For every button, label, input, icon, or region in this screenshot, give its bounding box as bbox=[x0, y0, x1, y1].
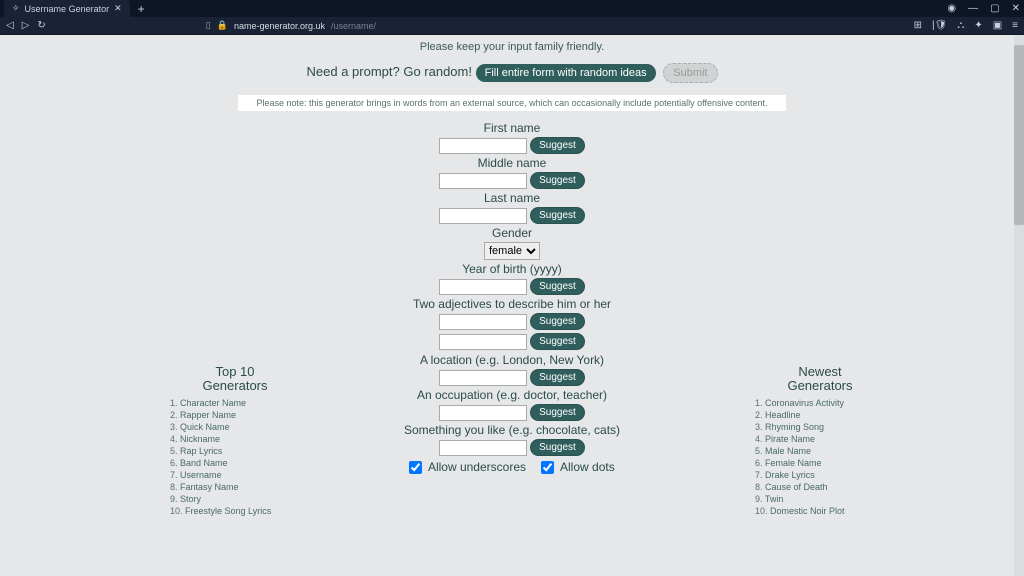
newest-title: NewestGenerators bbox=[755, 365, 885, 394]
suggest-like-button[interactable]: Suggest bbox=[530, 439, 585, 456]
first-name-label: First name bbox=[0, 121, 1024, 135]
suggest-location-button[interactable]: Suggest bbox=[530, 369, 585, 386]
shield-icon[interactable]: |🛡 bbox=[932, 20, 947, 31]
allow-underscores-label[interactable]: Allow underscores bbox=[409, 460, 529, 474]
top10-item-4[interactable]: 4. Nickname bbox=[170, 434, 300, 444]
gender-label: Gender bbox=[0, 226, 1024, 240]
last-name-label: Last name bbox=[0, 191, 1024, 205]
newest-item-5[interactable]: 5. Male Name bbox=[755, 446, 885, 456]
yob-label: Year of birth (yyyy) bbox=[0, 262, 1024, 276]
newest-item-3[interactable]: 3. Rhyming Song bbox=[755, 422, 885, 432]
middle-name-label: Middle name bbox=[0, 156, 1024, 170]
location-input[interactable] bbox=[439, 370, 527, 386]
newest-item-1[interactable]: 1. Coronavirus Activity bbox=[755, 398, 885, 408]
top10-list: 1. Character Name 2. Rapper Name 3. Quick … bbox=[170, 398, 300, 516]
newest-item-7[interactable]: 7. Drake Lyrics bbox=[755, 470, 885, 480]
like-input[interactable] bbox=[439, 440, 527, 456]
maximize-icon[interactable]: ▢ bbox=[990, 3, 999, 14]
url-path: /username/ bbox=[331, 21, 376, 31]
url-domain: name-generator.org.uk bbox=[234, 21, 325, 31]
fill-random-button[interactable]: Fill entire form with random ideas bbox=[476, 64, 656, 82]
suggest-first-name-button[interactable]: Suggest bbox=[530, 137, 585, 154]
prompt-row: Need a prompt? Go random! Fill entire fo… bbox=[0, 63, 1024, 83]
disclaimer-note: Please note: this generator brings in wo… bbox=[238, 95, 785, 111]
suggest-last-name-button[interactable]: Suggest bbox=[530, 207, 585, 224]
address-bar[interactable]: ▯ 🔒 name-generator.org.uk/username/ bbox=[206, 20, 754, 31]
newest-item-4[interactable]: 4. Pirate Name bbox=[755, 434, 885, 444]
newest-sidebar: NewestGenerators 1. Coronavirus Activity… bbox=[755, 365, 885, 518]
top10-item-1[interactable]: 1. Character Name bbox=[170, 398, 300, 408]
top10-item-6[interactable]: 6. Band Name bbox=[170, 458, 300, 468]
top10-item-9[interactable]: 9. Story bbox=[170, 494, 300, 504]
allow-underscores-checkbox[interactable] bbox=[409, 461, 422, 474]
reload-icon[interactable]: ↻ bbox=[37, 20, 45, 31]
suggest-adjective1-button[interactable]: Suggest bbox=[530, 313, 585, 330]
suggest-adjective2-button[interactable]: Suggest bbox=[530, 333, 585, 350]
newest-item-2[interactable]: 2. Headline bbox=[755, 410, 885, 420]
newest-list: 1. Coronavirus Activity 2. Headline 3. Rhy… bbox=[755, 398, 885, 516]
minimize-icon[interactable]: — bbox=[968, 3, 978, 14]
suggest-middle-name-button[interactable]: Suggest bbox=[530, 172, 585, 189]
profile-icon[interactable]: ◉ bbox=[947, 3, 956, 14]
top10-item-10[interactable]: 10. Freestyle Song Lyrics bbox=[170, 506, 300, 516]
allow-dots-label[interactable]: Allow dots bbox=[541, 460, 614, 474]
top10-item-3[interactable]: 3. Quick Name bbox=[170, 422, 300, 432]
family-friendly-note: Please keep your input family friendly. bbox=[0, 41, 1024, 53]
menu-icon[interactable]: ≡ bbox=[1012, 20, 1018, 31]
browser-tab[interactable]: ✧ Username Generator ✕ bbox=[4, 0, 130, 17]
back-icon[interactable]: ◁ bbox=[6, 20, 14, 31]
top10-item-8[interactable]: 8. Fantasy Name bbox=[170, 482, 300, 492]
suggest-occupation-button[interactable]: Suggest bbox=[530, 404, 585, 421]
newest-item-8[interactable]: 8. Cause of Death bbox=[755, 482, 885, 492]
occupation-input[interactable] bbox=[439, 405, 527, 421]
tab-title: Username Generator bbox=[25, 4, 110, 14]
newest-item-10[interactable]: 10. Domestic Noir Plot bbox=[755, 506, 885, 516]
newest-item-6[interactable]: 6. Female Name bbox=[755, 458, 885, 468]
scroll-thumb[interactable] bbox=[1014, 45, 1024, 225]
top10-item-5[interactable]: 5. Rap Lyrics bbox=[170, 446, 300, 456]
prompt-text: Need a prompt? Go random! bbox=[307, 64, 472, 79]
site-icon: ✧ bbox=[12, 3, 20, 14]
allow-dots-checkbox[interactable] bbox=[541, 461, 554, 474]
top10-item-2[interactable]: 2. Rapper Name bbox=[170, 410, 300, 420]
gender-select[interactable]: female bbox=[484, 242, 540, 260]
yob-input[interactable] bbox=[439, 279, 527, 295]
lock-icon: 🔒 bbox=[217, 20, 228, 31]
suggest-yob-button[interactable]: Suggest bbox=[530, 278, 585, 295]
wallet-icon[interactable]: ▣ bbox=[993, 20, 1002, 31]
close-window-icon[interactable]: ✕ bbox=[1012, 3, 1020, 14]
newest-item-9[interactable]: 9. Twin bbox=[755, 494, 885, 504]
submit-top-button[interactable]: Submit bbox=[663, 63, 717, 83]
top10-sidebar: Top 10Generators 1. Character Name 2. Rap… bbox=[170, 365, 300, 518]
extensions-icon[interactable]: ✦ bbox=[974, 20, 982, 31]
new-tab-button[interactable]: + bbox=[134, 2, 149, 16]
first-name-input[interactable] bbox=[439, 138, 527, 154]
close-tab-icon[interactable]: ✕ bbox=[114, 3, 122, 14]
last-name-input[interactable] bbox=[439, 208, 527, 224]
adjectives-label: Two adjectives to describe him or her bbox=[0, 297, 1024, 311]
bookmark-icon[interactable]: ▯ bbox=[206, 20, 211, 31]
adjective2-input[interactable] bbox=[439, 334, 527, 350]
middle-name-input[interactable] bbox=[439, 173, 527, 189]
forward-icon[interactable]: ▷ bbox=[22, 20, 30, 31]
qr-icon[interactable]: ⊞ bbox=[914, 20, 922, 31]
top10-item-7[interactable]: 7. Username bbox=[170, 470, 300, 480]
top10-title: Top 10Generators bbox=[170, 365, 300, 394]
vertical-scrollbar[interactable] bbox=[1014, 35, 1024, 576]
adjective1-input[interactable] bbox=[439, 314, 527, 330]
tor-icon[interactable]: ⛬ bbox=[957, 20, 964, 31]
